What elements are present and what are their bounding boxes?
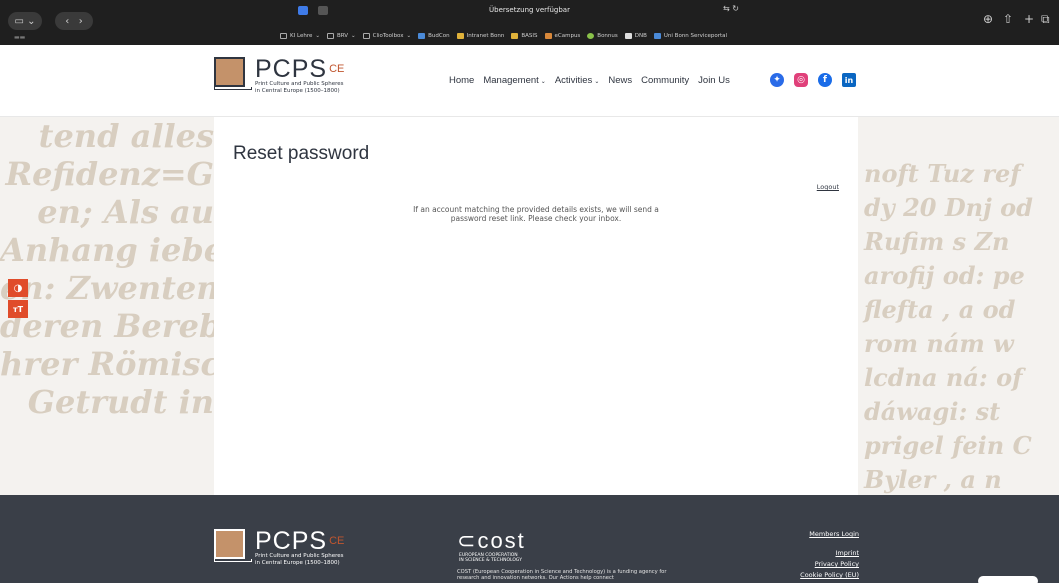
cost-tagline-2: IN SCIENCE & TECHNOLOGY [459, 558, 522, 563]
back-forward-buttons[interactable]: ‹ › [55, 12, 93, 30]
site-header: PCPS CE Print Culture and Public Spheres … [0, 45, 1059, 117]
background-decoration-right: noft Tuz ref dy 20 Dnj od Rufim s Zn arofij… [864, 159, 1033, 494]
instagram-icon[interactable]: ◎ [794, 73, 808, 87]
bookmark-basis[interactable]: BASIS [511, 33, 538, 39]
bookmark-icon [418, 33, 426, 39]
footer-logo[interactable]: PCPS CE Print Culture and Public Spheres … [214, 529, 344, 566]
bookmark-ki-lehre[interactable]: KI Lehre ⌄ [280, 33, 320, 39]
bookmark-icon [511, 33, 519, 39]
share-icon[interactable]: ⇧ [1003, 12, 1013, 26]
nav-activities-label: Activities [554, 75, 593, 86]
page-title: Reset password [233, 143, 370, 164]
book-logo-icon [214, 57, 252, 94]
tab-overview-icon: ▬▬ [14, 34, 26, 41]
footer-links: Members Login Imprint Privacy Policy Coo… [800, 529, 859, 581]
nav-news[interactable]: News [608, 75, 632, 86]
reset-confirmation-message: If an account matching the provided deta… [413, 205, 659, 223]
nav-join-us[interactable]: Join Us [698, 75, 730, 86]
nav-management[interactable]: Management ⌄ [483, 75, 545, 86]
font-size-button[interactable]: ᴛT [8, 300, 28, 318]
bluesky-icon[interactable]: ✦ [770, 73, 784, 87]
bookmark-bonnus[interactable]: Bonnus [587, 33, 618, 39]
footer-logo-subtitle-1: Print Culture and Public Spheres [255, 553, 344, 559]
folder-icon [362, 33, 370, 39]
bookmark-intranet[interactable]: Intranet Bonn [456, 33, 504, 39]
folder-icon [326, 33, 334, 39]
footer-logo-superscript: CE [329, 535, 345, 547]
sidebar-toggle-button[interactable]: ▭ ⌄ [8, 12, 42, 30]
bookmark-budcon[interactable]: BudCon [418, 33, 450, 39]
site-footer: PCPS CE Print Culture and Public Spheres … [0, 495, 1059, 583]
bookmark-brv[interactable]: BRV ⌄ [326, 33, 356, 39]
imprint-link[interactable]: Imprint [800, 548, 859, 559]
tabs-icon[interactable]: ⧉ [1041, 12, 1050, 27]
bookmark-icon [624, 33, 632, 39]
bookmark-dnb[interactable]: DNB [624, 33, 647, 39]
chevron-down-icon: ⌄ [594, 79, 600, 85]
logo-superscript: CE [329, 63, 345, 75]
logo-subtitle-1: Print Culture and Public Spheres [255, 81, 344, 87]
nav-activities[interactable]: Activities ⌄ [555, 75, 600, 86]
nav-management-label: Management [483, 75, 539, 86]
browser-toolbar: ▭ ⌄ ▬▬ ‹ › Übersetzung verfügbar ⇆ ↻ ⊕ ⇧… [0, 0, 1059, 45]
cost-wordmark: cost [477, 528, 526, 553]
logo-title: PCPS [255, 55, 328, 83]
download-icon[interactable]: ⊕ [983, 12, 993, 26]
linkedin-icon[interactable]: in [842, 73, 856, 87]
bookmark-uni-bonn[interactable]: Uni Bonn Serviceportal [653, 33, 727, 39]
translate-icon[interactable]: ⇆ ↻ [723, 4, 739, 13]
chevron-down-icon: ⌄ [540, 79, 546, 85]
bookmark-icon [456, 33, 464, 39]
logo-subtitle-2: in Central Europe (1500–1800) [255, 87, 340, 94]
logout-link[interactable]: Logout [817, 183, 839, 191]
main-nav: Home Management ⌄ Activities ⌄ News Commun… [449, 75, 730, 86]
bookmark-icon [544, 33, 552, 39]
site-logo[interactable]: PCPS CE Print Culture and Public Spheres … [214, 57, 344, 94]
book-logo-icon [214, 529, 252, 566]
cost-description: COST (European Cooperation in Science an… [457, 569, 667, 581]
tab-title[interactable]: Übersetzung verfügbar [0, 6, 1059, 14]
footer-logo-subtitle-2: in Central Europe (1500–1800) [255, 559, 340, 566]
nav-home[interactable]: Home [449, 75, 474, 86]
bookmark-cliotoolbox[interactable]: ClioToolbox ⌄ [362, 33, 411, 39]
bookmark-icon [653, 33, 661, 39]
folder-icon [280, 33, 287, 39]
cost-logo[interactable]: ⊂cost EUROPEAN COOPERATION IN SCIENCE & … [457, 528, 667, 582]
nav-community[interactable]: Community [641, 75, 689, 86]
contrast-toggle-button[interactable]: ◑ [8, 279, 28, 297]
cookie-settings-button[interactable] [978, 576, 1038, 583]
facebook-icon[interactable]: f [818, 73, 832, 87]
footer-logo-title: PCPS [255, 527, 328, 555]
bookmark-ecampus[interactable]: eCampus [544, 33, 580, 39]
cost-swirl-icon: ⊂ [457, 528, 478, 553]
background-decoration-left: tend alles Refidenz=G en; Als au Anhang ieb… [0, 117, 214, 421]
main-content: Reset password Logout If an account matc… [214, 117, 858, 495]
members-login-link[interactable]: Members Login [800, 529, 859, 540]
new-tab-icon[interactable]: + [1024, 12, 1034, 26]
bookmark-icon [587, 33, 595, 39]
bookmarks-bar: KI Lehre ⌄ BRV ⌄ ClioToolbox ⌄ BudCon Intra… [280, 33, 727, 39]
cookie-policy-link[interactable]: Cookie Policy (EU) [800, 570, 859, 581]
social-links: ✦ ◎ f in [770, 73, 856, 87]
privacy-policy-link[interactable]: Privacy Policy [800, 559, 859, 570]
